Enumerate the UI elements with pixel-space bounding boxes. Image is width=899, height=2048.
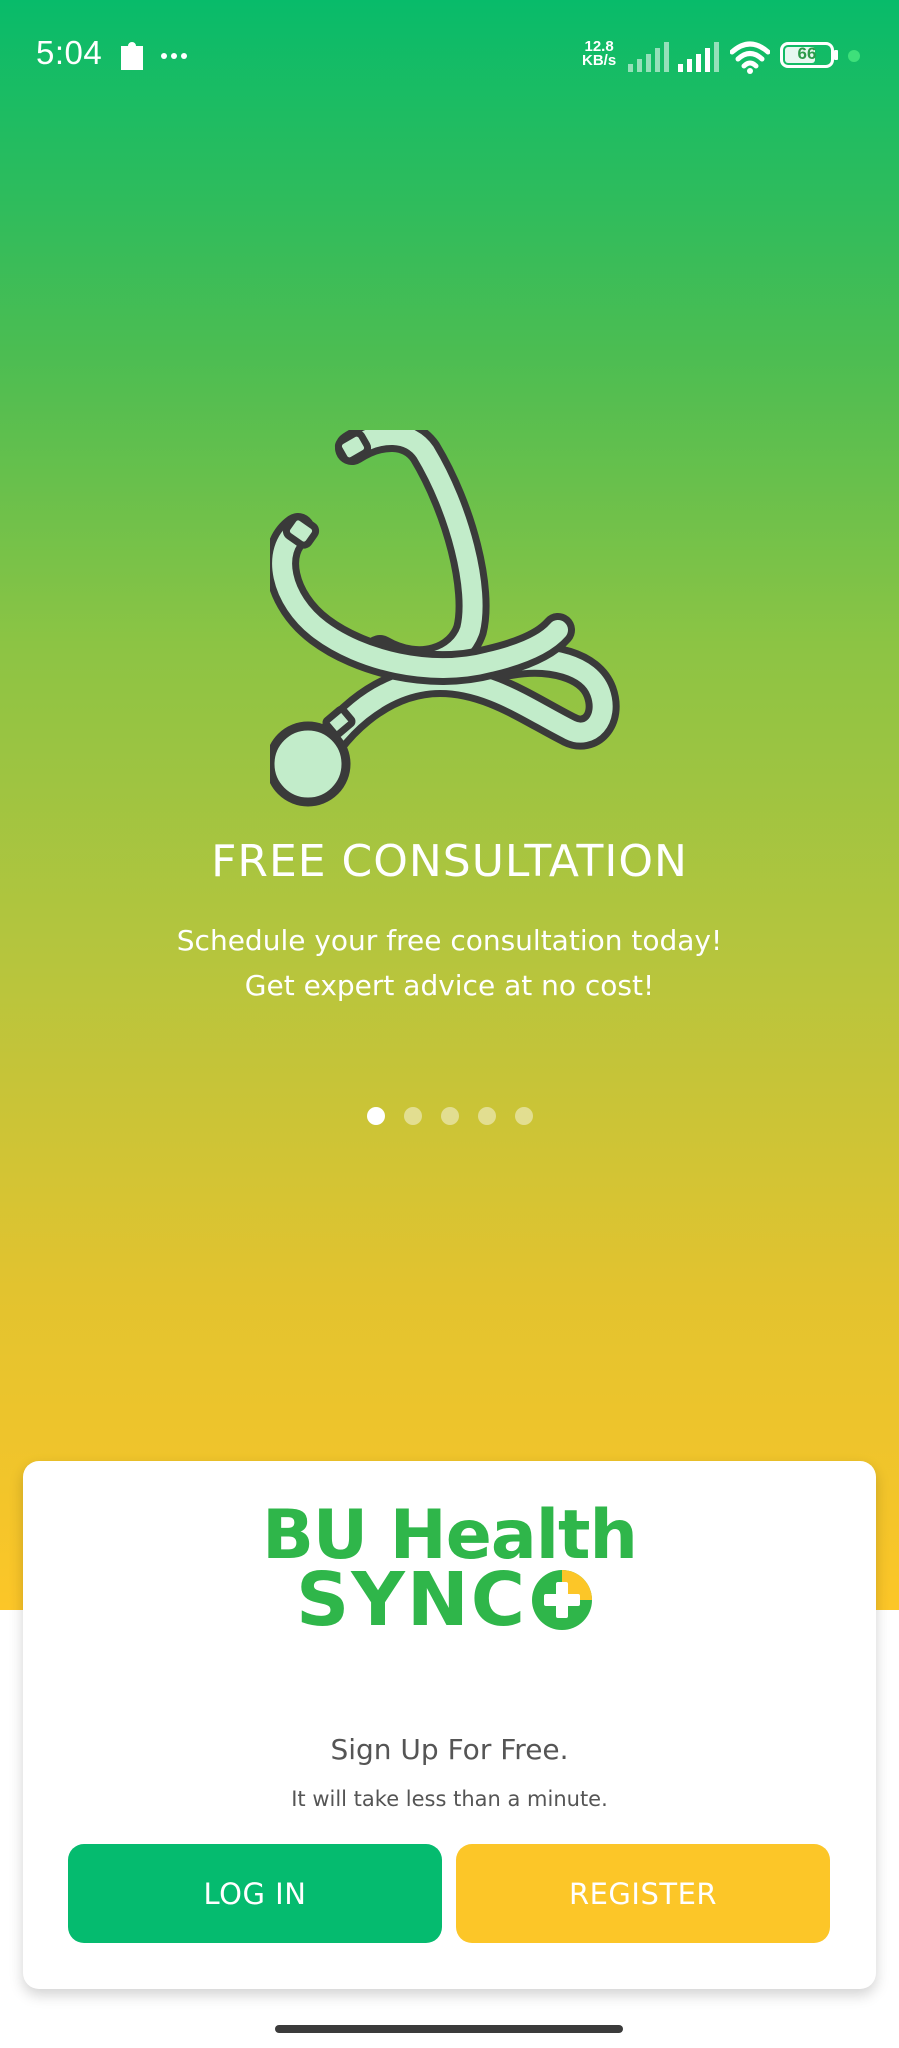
page-dot[interactable] bbox=[403, 1107, 422, 1125]
onboarding-screen: 5:04 12.8 KB/s 66 FREE CONSULTATION Sche… bbox=[0, 0, 899, 2048]
login-button[interactable]: LOG IN bbox=[68, 1844, 442, 1943]
more-icon bbox=[161, 53, 187, 59]
signup-title: Sign Up For Free. bbox=[330, 1733, 569, 1766]
wifi-icon bbox=[730, 41, 770, 74]
page-dot[interactable] bbox=[514, 1107, 533, 1125]
slide-description-line2: Get expert advice at no cost! bbox=[244, 969, 655, 1002]
net-speed: 12.8 KB/s bbox=[582, 39, 617, 69]
logo-text-sync: SYNC bbox=[295, 1557, 528, 1643]
page-dot[interactable] bbox=[440, 1107, 459, 1125]
status-dot bbox=[848, 50, 860, 62]
slide-title: FREE CONSULTATION bbox=[211, 836, 688, 887]
slide-description: Schedule your free consultation today! G… bbox=[0, 918, 899, 1008]
register-button[interactable]: REGISTER bbox=[456, 1844, 830, 1943]
slide-description-line1: Schedule your free consultation today! bbox=[176, 924, 723, 957]
puzzle-icon bbox=[121, 42, 143, 70]
status-time: 5:04 bbox=[36, 34, 103, 71]
signal-icon bbox=[678, 42, 719, 72]
app-logo: BU Health SYNC bbox=[23, 1502, 876, 1643]
battery-level: 66 bbox=[797, 44, 817, 63]
plus-circle-icon bbox=[532, 1570, 593, 1630]
signup-subtitle: It will take less than a minute. bbox=[291, 1787, 608, 1811]
logo-text-line2: SYNC bbox=[295, 1557, 593, 1643]
home-indicator[interactable] bbox=[275, 2025, 623, 2033]
stethoscope-icon bbox=[270, 430, 620, 807]
page-indicator bbox=[0, 1107, 899, 1125]
status-bar: 5:04 12.8 KB/s 66 bbox=[0, 0, 899, 112]
net-speed-unit: KB/s bbox=[582, 52, 617, 69]
battery-icon: 66 bbox=[780, 42, 834, 68]
page-dot[interactable] bbox=[477, 1107, 496, 1125]
battery-tip bbox=[834, 50, 838, 60]
signup-card: BU Health SYNC Sign Up For Free. It will… bbox=[23, 1461, 876, 1989]
page-dot[interactable] bbox=[366, 1107, 385, 1125]
signal-icon bbox=[628, 42, 669, 72]
